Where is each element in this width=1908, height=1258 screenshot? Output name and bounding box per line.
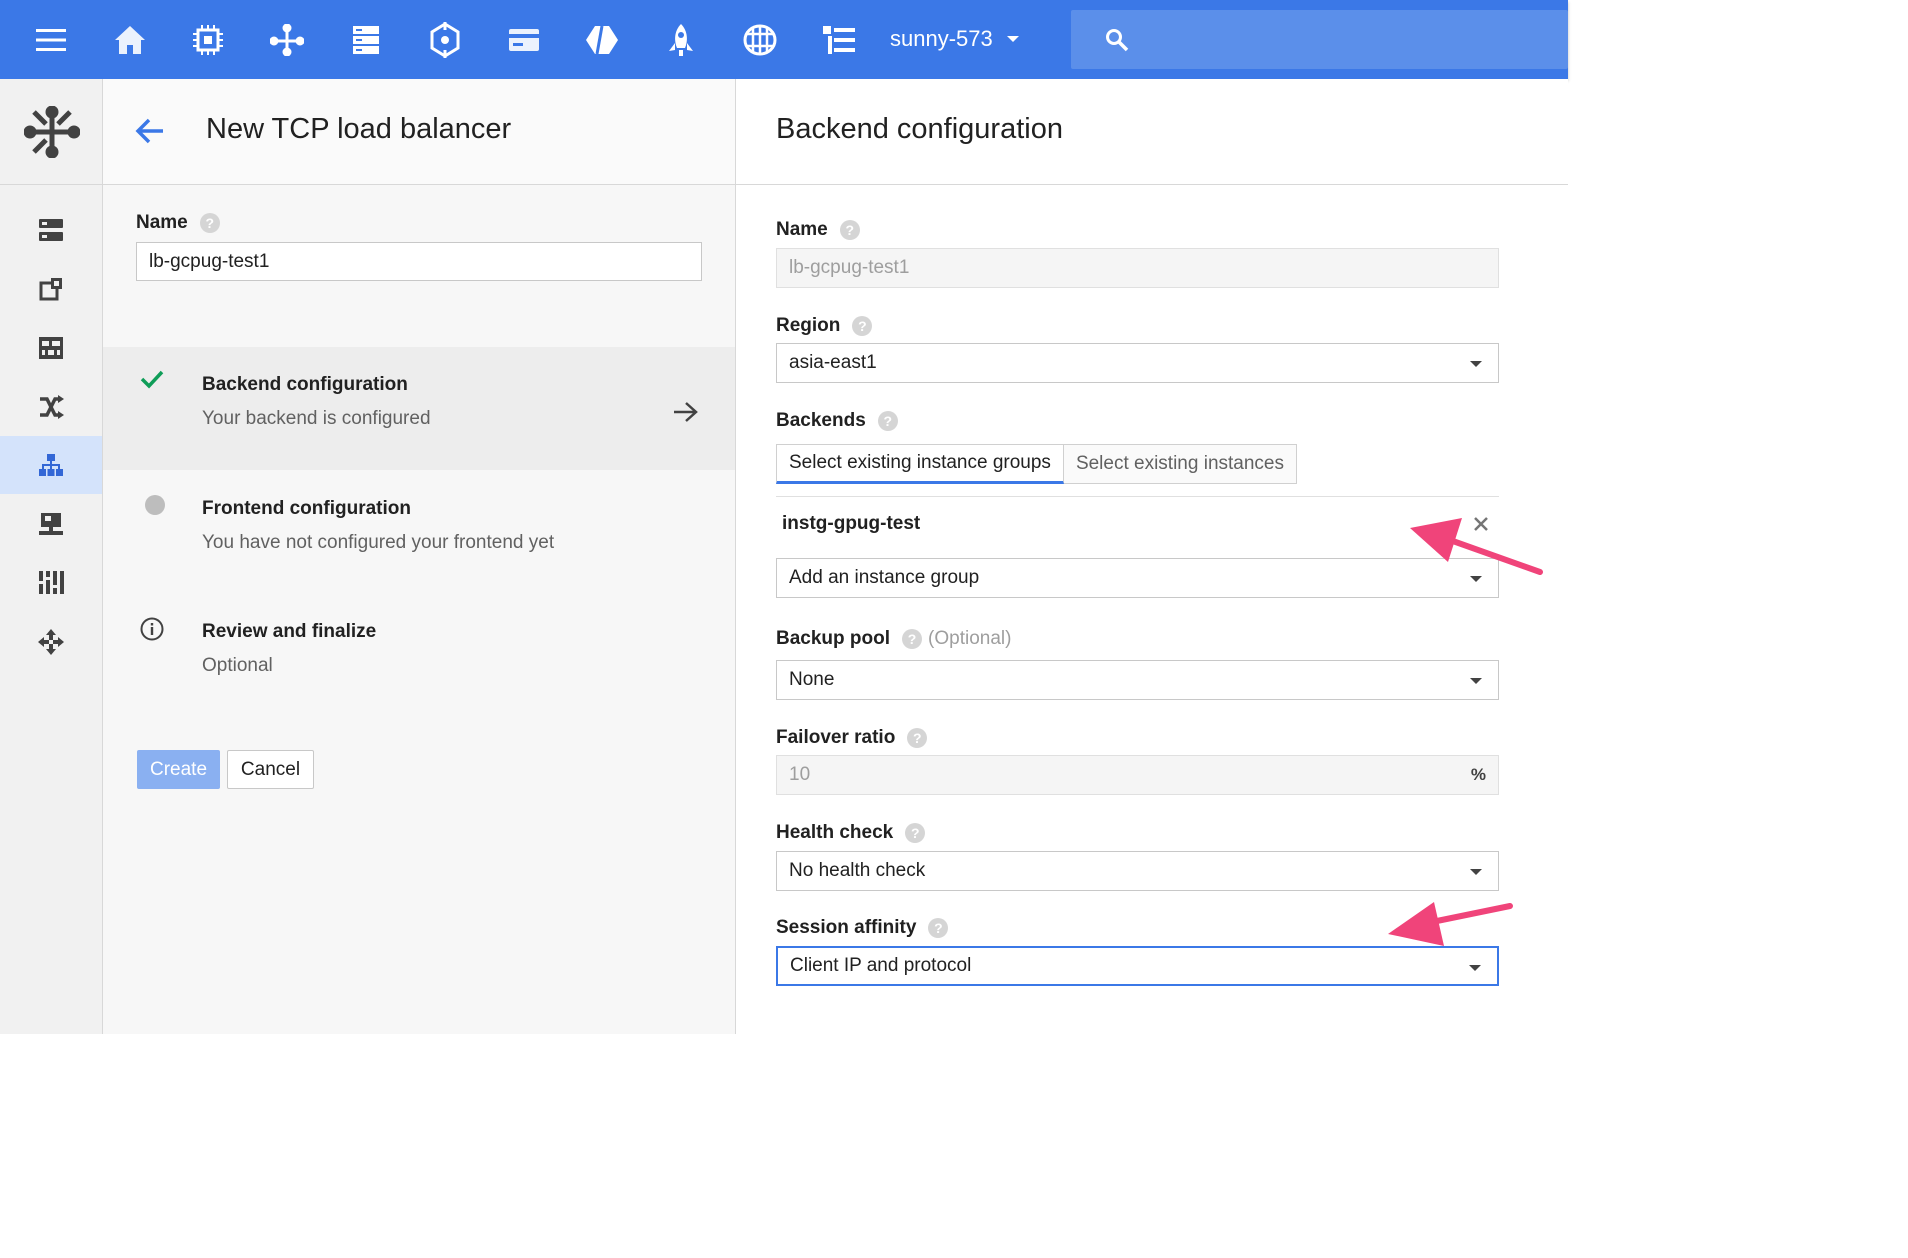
networking-icon — [0, 79, 103, 185]
help-icon[interactable]: ? — [902, 629, 923, 649]
networking-icon[interactable] — [267, 20, 307, 60]
firewall-icon — [39, 337, 63, 359]
panel-header: Backend configuration — [736, 79, 1568, 185]
search-box[interactable] — [1071, 10, 1568, 69]
health-check-label: Health check ? — [776, 822, 926, 844]
panel-title: Backend configuration — [776, 113, 1063, 145]
name-label-text: Name — [136, 212, 188, 233]
compute-engine-icon[interactable] — [188, 20, 228, 60]
load-balancing-icon — [39, 454, 63, 476]
project-name: sunny-573 — [890, 26, 993, 51]
lb-name-input[interactable]: lb-gcpug-test1 — [136, 242, 702, 281]
help-icon[interactable]: ? — [839, 220, 860, 240]
vpn-icon — [39, 513, 63, 535]
region-label: Region ? — [776, 315, 873, 337]
health-check-select[interactable]: No health check — [776, 851, 1499, 891]
external-ip-icon — [39, 278, 62, 301]
sidebar-item-cloud-dns[interactable] — [0, 554, 102, 612]
backup-pool-label: Backup pool ? (Optional) — [776, 628, 1011, 650]
step-subtitle: Your backend is configured — [202, 408, 431, 429]
top-app-bar: sunny-573 — [0, 0, 1568, 79]
annotation-arrow-icon — [1410, 518, 1543, 575]
page-title: New TCP load balancer — [206, 113, 512, 145]
step-title: Backend configuration — [202, 374, 408, 395]
product-sidebar — [0, 79, 103, 1034]
advanced-routing-icon — [38, 629, 64, 655]
wizard-header: New TCP load balancer — [103, 79, 735, 185]
label-text: Backends — [776, 410, 866, 431]
project-selector[interactable]: sunny-573 — [890, 24, 1019, 54]
help-icon[interactable]: ? — [907, 728, 928, 748]
step-review-and-finalize[interactable]: Review and finalize Optional — [103, 594, 735, 717]
home-icon[interactable] — [110, 20, 150, 60]
tab-instances[interactable]: Select existing instances — [1063, 444, 1297, 484]
backend-name-label: Name ? — [776, 219, 860, 241]
optional-hint: (Optional) — [928, 628, 1012, 649]
logs-icon[interactable] — [819, 20, 859, 60]
ml-api-icon[interactable] — [740, 20, 780, 60]
sidebar-item-networks[interactable] — [0, 201, 102, 259]
info-icon — [140, 617, 164, 646]
label-text: Health check — [776, 822, 894, 843]
dataflow-icon[interactable] — [425, 20, 465, 60]
create-button[interactable]: Create — [137, 750, 220, 789]
label-text: Name — [776, 219, 828, 240]
instance-group-name: instg-gpug-test — [782, 513, 921, 534]
search-icon — [1106, 29, 1129, 52]
cloud-dns-icon — [39, 571, 64, 594]
tab-instance-groups[interactable]: Select existing instance groups — [776, 444, 1064, 484]
session-affinity-label: Session affinity ? — [776, 917, 949, 939]
wizard-panel: New TCP load balancer Name ? lb-gcpug-te… — [103, 79, 736, 1034]
sidebar-item-vpn[interactable] — [0, 495, 102, 553]
annotation-arrow-icon — [1388, 902, 1513, 946]
storage-icon[interactable] — [346, 20, 386, 60]
help-icon[interactable]: ? — [877, 411, 898, 431]
cancel-button[interactable]: Cancel — [227, 750, 314, 789]
back-arrow-icon[interactable] — [135, 117, 165, 150]
chevron-down-icon — [1006, 36, 1019, 42]
routes-icon — [40, 395, 64, 419]
label-text: Region — [776, 315, 841, 336]
percent-unit: % — [1470, 765, 1486, 784]
step-subtitle: Optional — [202, 655, 273, 676]
sidebar-item-external-ips[interactable] — [0, 260, 102, 318]
divider — [776, 496, 1499, 497]
region-select[interactable]: asia-east1 — [776, 343, 1499, 383]
billing-icon[interactable] — [504, 20, 544, 60]
backend-name-field: lb-gcpug-test1 — [776, 248, 1499, 288]
label-text: Session affinity — [776, 917, 917, 938]
step-title: Frontend configuration — [202, 498, 411, 519]
hamburger-menu-icon[interactable] — [31, 20, 71, 60]
sidebar-item-firewall[interactable] — [0, 319, 102, 377]
failover-value: 10 — [789, 764, 811, 785]
help-icon[interactable]: ? — [199, 213, 220, 233]
step-backend-configuration[interactable]: Backend configuration Your backend is co… — [103, 347, 735, 470]
help-icon[interactable]: ? — [852, 316, 873, 336]
step-subtitle: You have not configured your frontend ye… — [202, 532, 555, 553]
sidebar-item-load-balancing[interactable] — [0, 436, 102, 494]
step-frontend-configuration[interactable]: Frontend configuration You have not conf… — [103, 471, 735, 594]
app-engine-icon[interactable] — [582, 20, 622, 60]
add-instance-group-select[interactable]: Add an instance group — [776, 558, 1499, 598]
pending-dot-icon — [144, 494, 166, 521]
sidebar-item-routes[interactable] — [0, 378, 102, 436]
failover-ratio-input: 10 % — [776, 755, 1499, 795]
networks-icon — [39, 219, 63, 241]
label-text: Backup pool — [776, 628, 891, 649]
checkmark-icon — [140, 369, 164, 394]
help-icon[interactable]: ? — [928, 918, 949, 938]
step-title: Review and finalize — [202, 621, 377, 642]
name-label: Name ? — [136, 212, 220, 234]
label-text: Failover ratio — [776, 727, 896, 748]
backends-label: Backends ? — [776, 410, 898, 432]
sidebar-item-advanced-routing[interactable] — [0, 613, 102, 671]
failover-ratio-label: Failover ratio ? — [776, 727, 928, 749]
deployment-icon[interactable] — [661, 20, 701, 60]
arrow-right-icon — [673, 401, 699, 428]
backup-pool-select[interactable]: None — [776, 660, 1499, 700]
backends-tabs: Select existing instance groups Select e… — [776, 444, 1297, 484]
help-icon[interactable]: ? — [905, 823, 926, 843]
